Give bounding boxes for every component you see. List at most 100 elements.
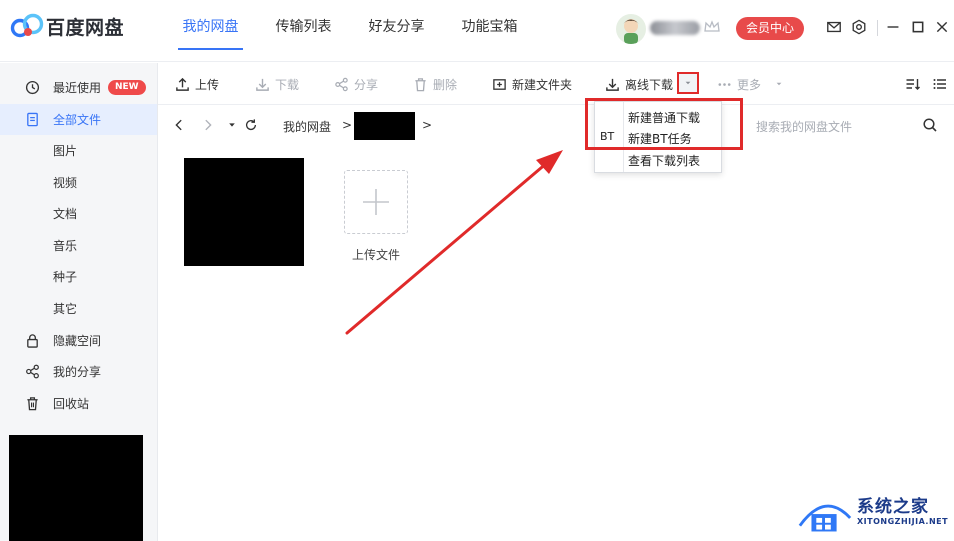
delete-button[interactable]: 删除 — [412, 75, 457, 93]
sidebar-item-images[interactable]: 图片 — [0, 135, 157, 166]
share-icon — [24, 364, 40, 380]
sidebar-item-recent[interactable]: 最近使用 NEW — [0, 72, 157, 103]
baidu-netdisk-window: 百度网盘 我的网盘 传输列表 好友分享 功能宝箱 会员中心 最近使用 NEW 全… — [0, 0, 954, 541]
avatar-image — [623, 19, 639, 44]
new-badge: NEW — [108, 80, 146, 95]
sidebar-item-label: 种子 — [53, 270, 78, 284]
sidebar-item-label: 回收站 — [53, 397, 90, 411]
cloud-logo-icon — [10, 13, 44, 38]
refresh-icon[interactable] — [243, 117, 259, 133]
file-icon — [24, 112, 40, 128]
sidebar-item-recycle-bin[interactable]: 回收站 — [0, 388, 157, 419]
annotation-highlight-box — [585, 98, 743, 150]
share-label: 分享 — [354, 77, 379, 92]
path-bar: 我的网盘 > > 搜索我的网盘文件 — [158, 106, 954, 144]
sidebar-item-label: 其它 — [53, 302, 78, 316]
offline-download-button[interactable]: 离线下载 — [604, 75, 673, 93]
menu-item-view-download-list[interactable]: 查看下载列表 — [595, 148, 721, 170]
trash-icon — [412, 76, 428, 92]
sidebar-item-videos[interactable]: 视频 — [0, 167, 157, 198]
upload-label: 上传 — [195, 77, 220, 92]
upload-file-label: 上传文件 — [351, 248, 400, 262]
new-folder-icon — [491, 76, 507, 92]
sidebar-item-label: 音乐 — [53, 239, 78, 253]
upload-icon — [174, 76, 190, 92]
tab-my-netdisk[interactable]: 我的网盘 — [164, 0, 257, 62]
lock-icon — [24, 333, 40, 349]
new-folder-label: 新建文件夹 — [512, 77, 573, 92]
list-view-icon[interactable] — [932, 76, 948, 92]
main-nav: 我的网盘 传输列表 好友分享 功能宝箱 — [164, 0, 536, 62]
back-icon[interactable] — [171, 117, 187, 133]
new-folder-button[interactable]: 新建文件夹 — [491, 75, 572, 93]
forward-icon[interactable] — [200, 117, 216, 133]
sidebar-item-label: 我的分享 — [53, 365, 102, 379]
sidebar-item-label: 图片 — [53, 144, 78, 158]
history-dropdown-icon[interactable] — [224, 117, 240, 133]
sidebar-item-label: 最近使用 — [53, 81, 102, 95]
offline-download-label: 离线下载 — [625, 77, 674, 92]
upload-file-tile[interactable] — [344, 170, 408, 234]
breadcrumb-redacted-folder[interactable] — [354, 112, 415, 140]
plus-icon — [363, 189, 389, 215]
sidebar-item-label: 隐藏空间 — [53, 334, 102, 348]
sidebar-item-documents[interactable]: 文档 — [0, 198, 157, 229]
sidebar-item-hidden-space[interactable]: 隐藏空间 — [0, 325, 157, 356]
clock-icon — [24, 80, 40, 96]
share-icon — [333, 76, 349, 92]
settings-icon[interactable] — [850, 18, 868, 36]
upload-button[interactable]: 上传 — [174, 75, 219, 93]
download-label: 下载 — [275, 77, 300, 92]
sidebar-item-label: 视频 — [53, 176, 78, 190]
window-controls-divider — [877, 20, 878, 36]
toolbar: 上传 下载 分享 删除 新建文件夹 离线下载 更多 — [158, 63, 954, 105]
breadcrumb-root[interactable]: 我的网盘 — [283, 118, 331, 135]
sidebar: 最近使用 NEW 全部文件 图片 视频 文档 音乐 种子 其它 隐藏空间 我的分… — [0, 63, 158, 541]
tab-friend-share[interactable]: 好友分享 — [350, 0, 443, 62]
share-button[interactable]: 分享 — [333, 75, 378, 93]
sidebar-item-torrents[interactable]: 种子 — [0, 261, 157, 292]
more-button[interactable]: 更多 — [716, 75, 783, 93]
menu-item-label: 查看下载列表 — [628, 154, 701, 168]
breadcrumb-separator: > — [342, 118, 353, 132]
download-button[interactable]: 下载 — [254, 75, 299, 93]
delete-label: 删除 — [433, 77, 458, 92]
watermark-logo-icon — [798, 504, 852, 532]
trash-icon — [24, 396, 40, 412]
maximize-icon[interactable] — [909, 18, 927, 36]
watermark-subtitle: XITONGZHIJIA.NET — [857, 517, 949, 526]
mail-icon[interactable] — [825, 18, 843, 36]
sidebar-item-music[interactable]: 音乐 — [0, 230, 157, 261]
download-icon — [254, 76, 270, 92]
sidebar-item-all-files[interactable]: 全部文件 — [0, 104, 157, 135]
search-icon[interactable] — [922, 117, 938, 133]
sidebar-item-others[interactable]: 其它 — [0, 293, 157, 324]
sidebar-item-label: 全部文件 — [53, 113, 102, 127]
offline-download-dropdown-button[interactable] — [677, 72, 699, 94]
app-name: 百度网盘 — [46, 16, 125, 39]
avatar[interactable] — [616, 14, 646, 44]
chevron-down-icon — [685, 81, 691, 85]
more-icon — [716, 76, 732, 92]
more-label: 更多 — [737, 77, 762, 92]
title-bar: 百度网盘 我的网盘 传输列表 好友分享 功能宝箱 会员中心 — [0, 0, 954, 62]
sidebar-item-my-shares[interactable]: 我的分享 — [0, 356, 157, 387]
download-icon — [604, 76, 620, 92]
sort-icon[interactable] — [905, 76, 921, 92]
file-thumbnail-redacted[interactable] — [184, 158, 304, 266]
close-icon[interactable] — [933, 18, 951, 36]
breadcrumb-separator: > — [422, 118, 433, 132]
site-watermark: 系统之家 XITONGZHIJIA.NET — [794, 492, 954, 541]
sidebar-item-label: 文档 — [53, 207, 78, 221]
redacted-storage-panel — [9, 435, 143, 541]
chevron-down-icon — [776, 82, 782, 86]
tab-feature-box[interactable]: 功能宝箱 — [443, 0, 536, 62]
app-logo[interactable]: 百度网盘 — [10, 12, 124, 40]
search-input[interactable]: 搜索我的网盘文件 — [756, 118, 852, 135]
minimize-icon[interactable] — [884, 18, 902, 36]
watermark-title: 系统之家 — [857, 497, 929, 517]
username-blurred[interactable] — [650, 21, 700, 35]
crown-icon — [704, 20, 720, 32]
vip-center-button[interactable]: 会员中心 — [736, 17, 804, 40]
tab-transfer-list[interactable]: 传输列表 — [257, 0, 350, 62]
